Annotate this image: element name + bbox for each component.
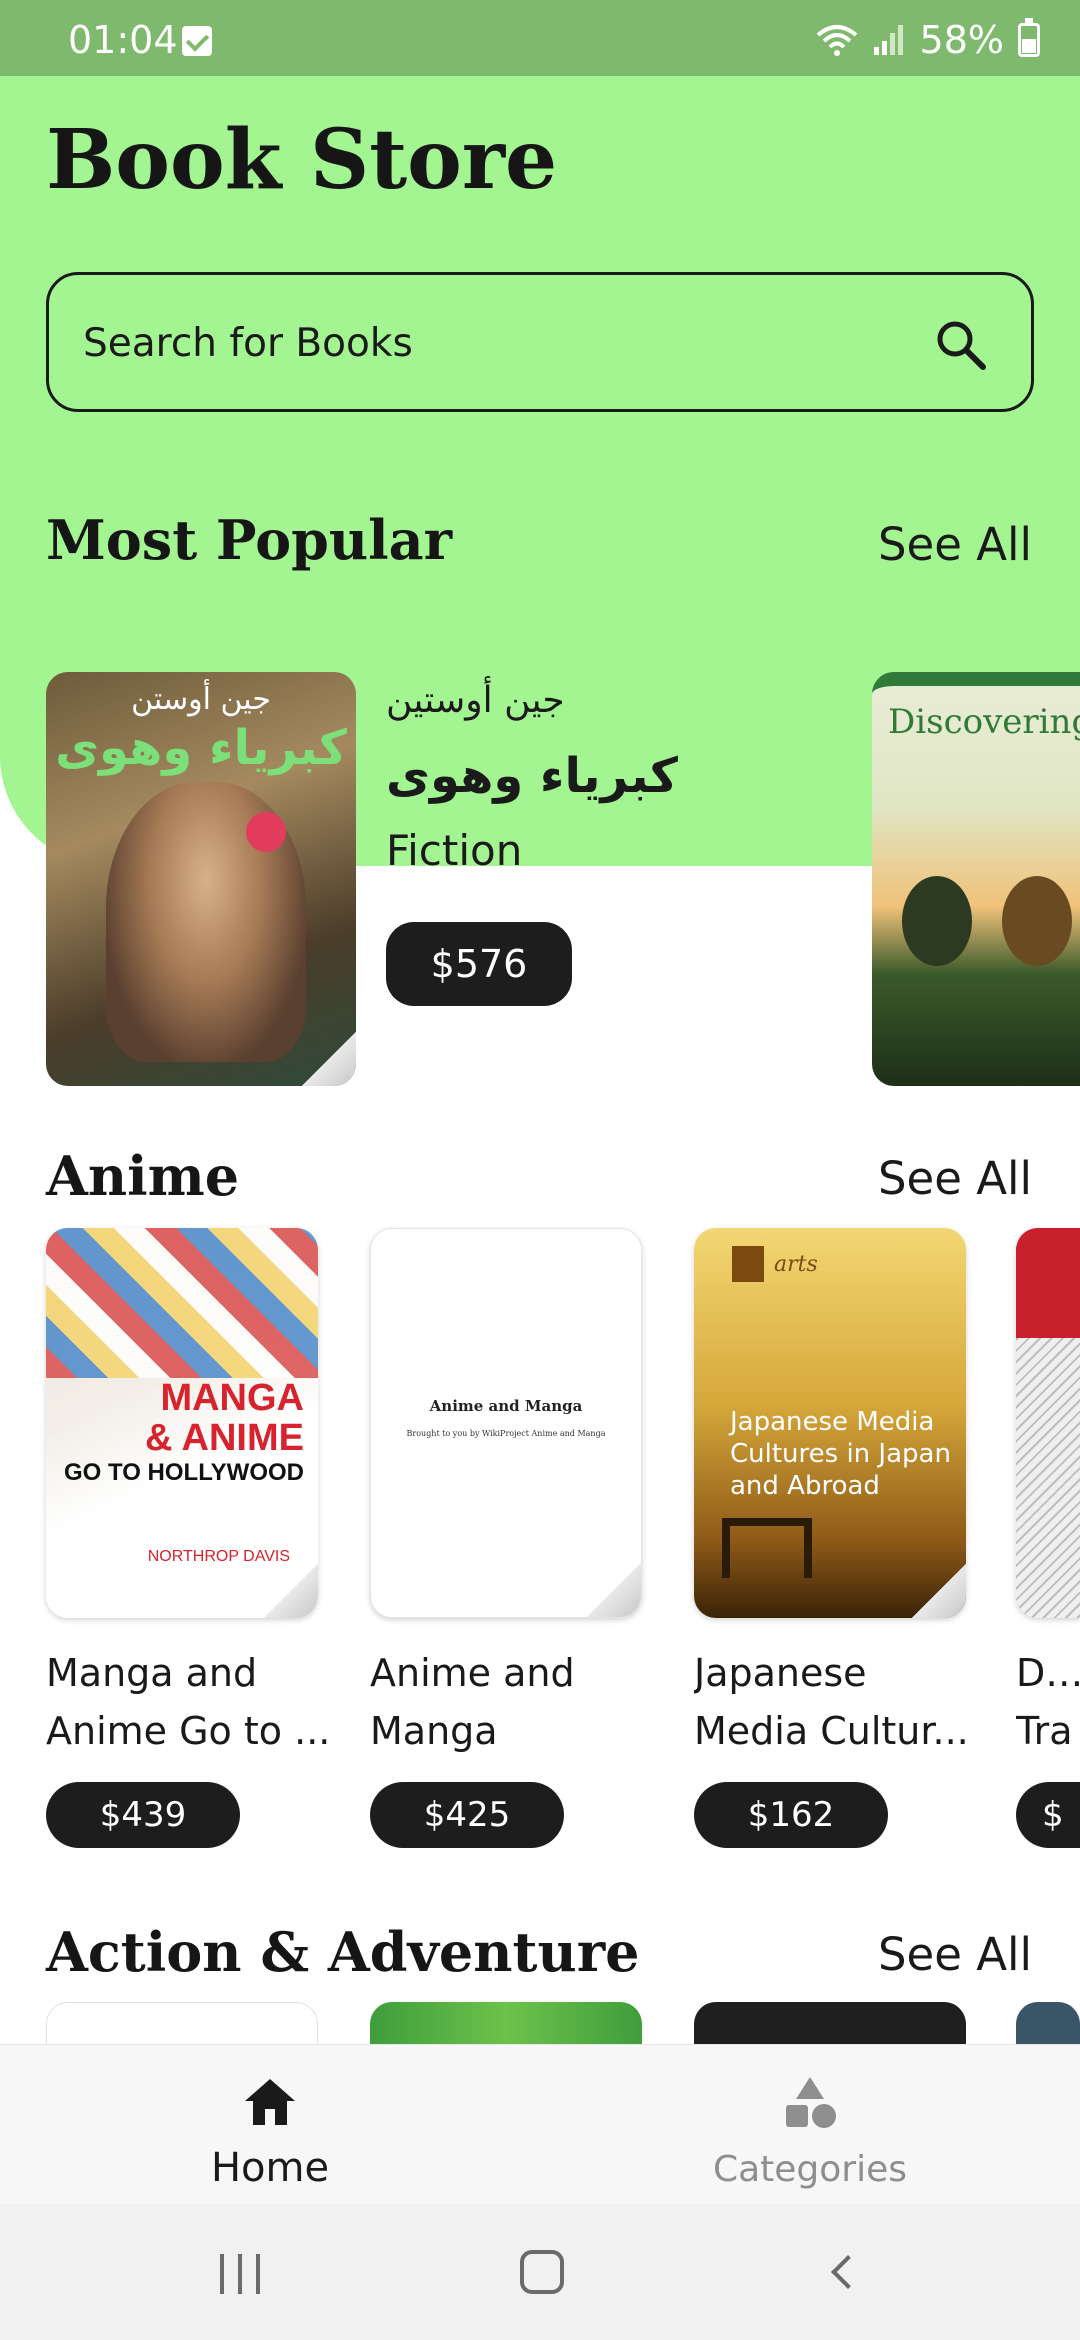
cover-tree-image — [902, 876, 972, 966]
search-icon[interactable] — [933, 317, 989, 373]
cover-collage-image — [46, 1228, 318, 1378]
anime-book-title-2[interactable]: Anime and Manga — [370, 1644, 660, 1760]
cover-tree-image — [1002, 876, 1072, 966]
popular-book-cover-2[interactable]: Discovering F — [872, 672, 1080, 1086]
popular-book-genre: Fiction — [386, 826, 523, 875]
signal-icon — [873, 25, 903, 55]
status-time: 01:04 — [68, 18, 178, 62]
status-bar: 01:04 58% — [0, 0, 1080, 76]
bottom-navigation: Home Categories — [0, 2044, 1080, 2204]
wifi-icon — [816, 25, 857, 56]
cover-subtitle-text: GO TO HOLLYWOOD — [63, 1459, 304, 1486]
cover-author-text: NORTHROP DAVIS — [147, 1548, 290, 1565]
anime-book-price-1[interactable]: $439 — [46, 1782, 240, 1848]
popular-book-author: جين أوستين — [386, 680, 565, 721]
most-popular-see-all-button[interactable]: See All — [878, 518, 1032, 571]
cover-author-text: جين أوستن — [131, 682, 271, 717]
anime-book-cover-3[interactable]: arts Japanese Media Cultures in Japan an… — [694, 1228, 966, 1618]
page-curl-icon — [302, 1032, 356, 1086]
cover-title-text: Japanese Media Cultures in Japan and Abr… — [730, 1407, 951, 1501]
page-curl-icon — [264, 1564, 318, 1618]
notification-check-icon — [182, 26, 212, 56]
popular-book-title: كبرياء وهوى — [386, 748, 678, 804]
page-title: Book Store — [46, 112, 558, 208]
nav-categories-tab[interactable]: Categories — [540, 2045, 1080, 2205]
action-section-title: Action & Adventure — [46, 1920, 640, 1984]
page-curl-icon — [912, 1564, 966, 1618]
anime-book-price-3[interactable]: $162 — [694, 1782, 888, 1848]
popular-book-price[interactable]: $576 — [386, 922, 572, 1006]
anime-book-cover-4[interactable] — [1016, 1228, 1080, 1618]
anime-book-title-1[interactable]: Manga and Anime Go to ... — [46, 1644, 336, 1760]
anime-section-title: Anime — [46, 1144, 240, 1208]
cover-flower-image — [246, 812, 286, 852]
system-back-icon[interactable] — [831, 2255, 865, 2289]
most-popular-title: Most Popular — [46, 508, 453, 572]
cover-title-text: Anime and Manga — [429, 1397, 583, 1415]
cover-title-text: MANGA & ANIME — [144, 1377, 304, 1459]
cover-subtitle-text: Brought to you by WikiProject Anime and … — [406, 1429, 606, 1438]
publisher-logo-icon — [732, 1246, 764, 1282]
search-input[interactable] — [83, 315, 903, 371]
cover-brand-text: arts — [774, 1252, 818, 1277]
popular-book-cover[interactable]: جين أوستن كبرياء وهوى — [46, 672, 356, 1086]
battery-percent: 58% — [919, 18, 1004, 62]
cover-torii-gate-image — [722, 1518, 812, 1578]
search-bar[interactable] — [46, 272, 1034, 412]
cover-title-text: Discovering F — [888, 702, 1080, 742]
anime-book-price-4[interactable]: $ — [1016, 1782, 1080, 1848]
battery-icon — [1018, 18, 1040, 57]
anime-see-all-button[interactable]: See All — [878, 1152, 1032, 1205]
nav-home-tab[interactable]: Home — [0, 2045, 540, 2205]
anime-book-cover-2[interactable]: Anime and Manga Brought to you by WikiPr… — [370, 1228, 642, 1618]
anime-book-cover-1[interactable]: MANGA & ANIME GO TO HOLLYWOOD NORTHROP D… — [46, 1228, 318, 1618]
system-navigation-bar — [0, 2204, 1080, 2340]
categories-icon — [786, 2077, 836, 2128]
cover-title-text: كبرياء وهوى — [55, 720, 347, 776]
system-home-icon[interactable] — [520, 2250, 564, 2294]
anime-book-title-4[interactable]: Dra Tra — [1016, 1644, 1080, 1760]
anime-book-title-3[interactable]: Japanese Media Cultur... — [694, 1644, 984, 1760]
anime-book-price-2[interactable]: $425 — [370, 1782, 564, 1848]
action-see-all-button[interactable]: See All — [878, 1928, 1032, 1981]
status-icons: 58% — [816, 18, 1040, 62]
page-curl-icon — [587, 1563, 641, 1617]
home-icon — [245, 2079, 295, 2125]
nav-categories-label: Categories — [712, 2149, 908, 2190]
recent-apps-icon[interactable] — [218, 2254, 264, 2294]
nav-home-label: Home — [210, 2145, 330, 2191]
cover-band — [1016, 1228, 1080, 1338]
